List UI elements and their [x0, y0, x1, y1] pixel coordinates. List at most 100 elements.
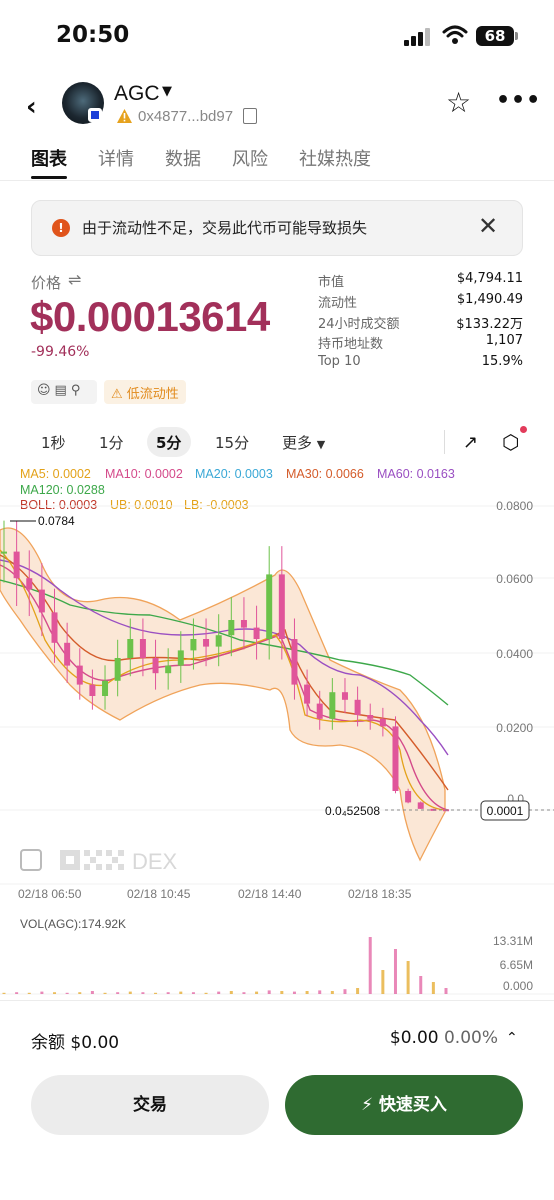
indicator-icon[interactable]: ↗	[463, 432, 478, 453]
token-name[interactable]: AGC	[114, 82, 160, 106]
candle-body	[278, 574, 285, 639]
stat-label: 持币地址数	[318, 337, 384, 352]
volume-bar	[154, 992, 158, 994]
contract-address: 0x4877...bd97	[138, 108, 234, 125]
trade-button[interactable]: 交易	[31, 1075, 269, 1135]
volume-bar	[318, 990, 322, 994]
volume-bar	[419, 976, 423, 994]
current-price-left: 0.0₄52508	[325, 804, 380, 818]
price-chart[interactable]: 0.0800 0.0600 0.0400 0.0200 0.0 0.0784 0…	[0, 490, 554, 1000]
candle-body	[89, 684, 96, 696]
more-icon[interactable]: •••	[496, 88, 541, 113]
candle-body	[266, 574, 273, 639]
candle-body	[1, 551, 7, 554]
volume-bar	[103, 992, 107, 994]
volume-bar	[2, 992, 6, 994]
stat-value: $133.22万	[456, 317, 523, 332]
candle-body	[102, 680, 109, 696]
tab-data[interactable]: 数据	[165, 145, 201, 171]
volume-bar	[166, 992, 170, 994]
volume-bar	[368, 937, 372, 994]
warning-triangle-icon: ⚠	[111, 387, 123, 402]
price-label: 价格	[31, 274, 62, 292]
quick-buy-label: 快速买入	[378, 1095, 447, 1115]
interval-more-label: 更多	[282, 434, 313, 452]
candle-body	[165, 665, 172, 674]
volume-bar	[217, 991, 221, 994]
alert-text: 由于流动性不足，交易此代币可能导致损失	[82, 219, 368, 237]
volume-bar	[305, 991, 309, 994]
chevron-up-icon[interactable]: ⌃	[506, 1030, 518, 1046]
ma30-label: MA30: 0.0066	[286, 467, 364, 481]
volume-bar	[330, 991, 334, 994]
current-price-right: 0.0001	[487, 804, 524, 818]
volume-bar	[343, 989, 347, 994]
warning-triangle-icon	[117, 109, 132, 123]
candle-body	[203, 639, 210, 647]
candle-body	[51, 612, 58, 643]
stat-value: 15.9%	[481, 354, 523, 369]
volume-bar	[116, 992, 120, 994]
star-icon[interactable]: ☆	[446, 86, 471, 119]
caret-down-icon: ▼	[316, 438, 326, 451]
candle-body	[114, 658, 121, 681]
fullscreen-icon[interactable]	[20, 849, 42, 871]
volume-bar	[204, 992, 208, 994]
candle-body	[379, 718, 386, 727]
volume-bar	[406, 961, 410, 994]
candle-body	[354, 699, 361, 715]
ma5-label: MA5: 0.0002	[20, 467, 91, 481]
candle-body	[367, 715, 374, 719]
volume-bar	[15, 992, 19, 994]
y-axis-label: 0.0600	[496, 572, 533, 586]
tab-chart[interactable]: 图表	[31, 145, 67, 171]
close-icon[interactable]: ✕	[478, 212, 498, 240]
ma60-label: MA60: 0.0163	[377, 467, 455, 481]
chain-badge-icon	[88, 108, 102, 122]
volume-bars-group	[2, 937, 448, 994]
interval-15m[interactable]: 15分	[215, 432, 249, 453]
interval-more[interactable]: 更多 ▼	[282, 432, 325, 453]
quick-buy-button[interactable]: ⚡ 快速买入	[285, 1075, 523, 1135]
x-axis-label: 02/18 18:35	[348, 887, 412, 901]
ma10-label: MA10: 0.0002	[105, 467, 183, 481]
swap-icon[interactable]: ⇌	[68, 270, 81, 289]
divider	[0, 180, 554, 181]
tab-details[interactable]: 详情	[98, 145, 134, 171]
copy-icon[interactable]	[243, 108, 257, 124]
interval-1m[interactable]: 1分	[99, 432, 124, 453]
stat-value: $4,794.11	[456, 271, 523, 286]
okx-logo	[60, 850, 124, 870]
dex-watermark: DEX	[132, 849, 178, 874]
volume-bar	[356, 988, 360, 994]
volume-bar	[179, 991, 183, 994]
back-chevron-icon[interactable]: ‹	[26, 92, 37, 122]
candle-body	[341, 692, 348, 700]
divider	[444, 430, 445, 454]
volume-bar	[40, 991, 44, 994]
low-liquidity-badge: ⚠ 低流动性	[104, 380, 186, 404]
price-change: -99.46%	[31, 344, 90, 360]
volume-axis-label: 6.65M	[500, 958, 533, 972]
interval-1s[interactable]: 1秒	[41, 432, 66, 453]
interval-5m[interactable]: 5分	[156, 432, 181, 453]
candle-body	[38, 589, 45, 613]
candle-body	[253, 627, 260, 639]
tab-social[interactable]: 社媒热度	[299, 145, 371, 171]
candle-body	[291, 639, 298, 685]
high-marker-label: 0.0784	[38, 514, 75, 528]
stat-label: 流动性	[318, 296, 358, 311]
candle-body	[127, 639, 134, 658]
battery-icon: 68	[476, 26, 514, 46]
settings-hex-icon[interactable]: ⬡	[502, 430, 519, 454]
tab-risk[interactable]: 风险	[232, 145, 268, 171]
holder-info-icons[interactable]: ☺▤⚲	[31, 380, 97, 404]
ma20-label: MA20: 0.0003	[195, 467, 273, 481]
candle-body	[76, 665, 83, 685]
status-time: 20:50	[56, 22, 130, 48]
y-axis-label: 0.0200	[496, 721, 533, 735]
caret-down-icon[interactable]: ▼	[162, 84, 172, 99]
volume-bar	[431, 982, 435, 994]
divider	[0, 1000, 554, 1001]
price-value: $0.00013614	[30, 293, 270, 340]
